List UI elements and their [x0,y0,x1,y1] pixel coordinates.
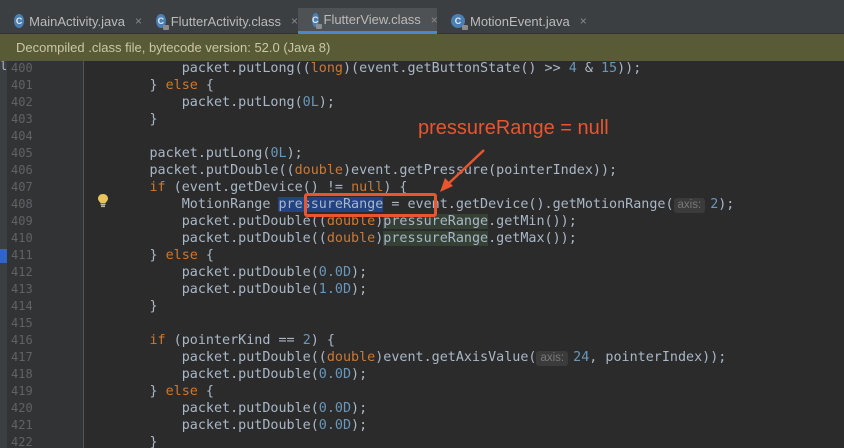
parameter-hint: axis: [673,198,706,213]
highlight-box [304,193,437,217]
code-line-418: packet.putDouble(0.0D); [85,367,368,382]
tab-label: FlutterActivity.class [170,13,281,29]
parameter-hint: axis: [536,351,569,366]
line-number: 415 [11,316,33,330]
line-number: 422 [11,435,33,448]
line-number: 417 [11,350,33,364]
code-line-400: packet.putLong((long)(event.getButtonSta… [85,61,642,76]
class-file-icon: C [312,12,321,29]
line-number: 405 [11,146,33,160]
project-fragment: le [0,61,7,73]
class-file-icon: C [156,14,169,30]
code-line-412: packet.putDouble(0.0D); [85,265,368,280]
line-number: 411 [11,248,33,262]
line-number: 403 [11,112,33,126]
code-line-421: packet.putDouble(0.0D); [85,418,368,433]
line-number: 416 [11,333,33,347]
line-number: 421 [11,418,33,432]
line-number: 401 [11,78,33,92]
tab-main-activity[interactable]: C MainActivity.java × [0,8,142,34]
line-number: 410 [11,231,33,245]
tab-label: MainActivity.java [29,13,125,29]
line-number: 404 [11,129,33,143]
line-number: 420 [11,401,33,415]
line-number: 407 [11,180,33,194]
tab-label: FlutterView.class [323,12,421,27]
project-selection-marker [0,249,7,263]
close-icon[interactable]: × [580,14,587,28]
java-class-icon: C [451,14,468,30]
line-number: 413 [11,282,33,296]
code-line-401: } else { [85,78,214,93]
line-number: 412 [11,265,33,279]
annotation-label: pressureRange = null [418,117,609,139]
tab-label: MotionEvent.java [470,13,570,29]
code-line-419: } else { [85,384,214,399]
line-number: 409 [11,214,33,228]
tab-flutter-activity[interactable]: C FlutterActivity.class × [142,8,298,34]
code-line-414: } [85,299,158,314]
tab-flutter-view[interactable]: C FlutterView.class × [298,8,438,34]
pressure-range-usage[interactable]: pressureRange [383,231,489,246]
code-line-406: packet.putDouble((double)event.getPressu… [85,163,618,178]
code-line-416: if (pointerKind == 2) { [85,333,335,348]
close-icon[interactable]: × [291,14,298,28]
code-line-403: } [85,112,158,127]
line-number: 400 [11,61,33,75]
code-line-405: packet.putLong(0L); [85,146,303,161]
code-line-422: } [85,435,158,448]
decompiled-info-bar: Decompiled .class file, bytecode version… [0,34,844,61]
code-line-410: packet.putDouble((double)pressureRange.g… [85,231,577,246]
editor-tab-bar: C MainActivity.java × C FlutterActivity.… [0,0,844,34]
tab-motion-event[interactable]: C MotionEvent.java × [437,8,597,34]
code-line-420: packet.putDouble(0.0D); [85,401,368,416]
line-number: 419 [11,384,33,398]
line-number-gutter: 400 401 402 403 404 405 406 407 408 409 … [7,61,84,448]
code-line-413: packet.putDouble(1.0D); [85,282,368,297]
code-line-417: packet.putDouble((double)event.getAxisVa… [85,350,727,366]
line-number: 402 [11,95,33,109]
line-number: 418 [11,367,33,381]
line-number: 406 [11,163,33,177]
code-line-402: packet.putLong(0L); [85,95,335,110]
line-number: 408 [11,197,33,211]
code-line-411: } else { [85,248,214,263]
line-number: 414 [11,299,33,313]
java-class-icon: C [14,14,25,28]
project-panel-edge: le s/ [0,61,7,448]
close-icon[interactable]: × [135,14,142,28]
